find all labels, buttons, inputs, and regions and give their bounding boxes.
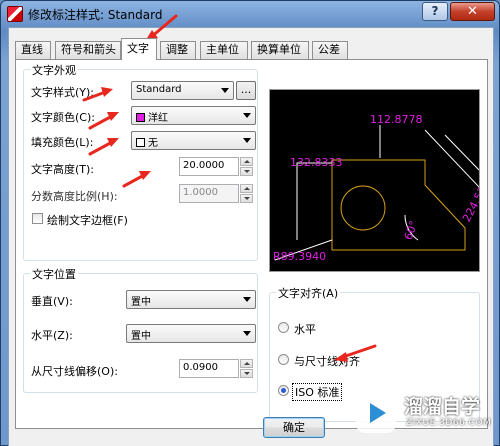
dim-text-radius: R89.3940 <box>273 250 326 263</box>
text-tab-panel: 文字外观 文字样式(Y): Standard ... 文字颜色(C): 洋红 填… <box>15 59 496 429</box>
spin-down-icon[interactable] <box>240 369 253 378</box>
chevron-down-icon <box>243 297 251 302</box>
align-horizontal-radio[interactable] <box>278 322 289 333</box>
fraction-scale-label: 分数高度比例(H): <box>31 190 118 203</box>
horizontal-select[interactable]: 置中 <box>126 324 256 343</box>
brand-logo-icon <box>356 393 396 433</box>
title-bar[interactable]: 修改标注样式: Standard ? ✕ <box>1 1 499 27</box>
tab-alternate-units[interactable]: 换算单位 <box>251 41 309 59</box>
fill-color-select[interactable]: 无 <box>131 131 256 150</box>
align-iso-label: ISO 标准 <box>292 383 343 401</box>
window-title: 修改标注样式: Standard <box>28 8 163 22</box>
chevron-down-icon <box>243 113 251 118</box>
horizontal-value: 置中 <box>131 331 151 342</box>
spin-up-icon[interactable] <box>240 157 253 166</box>
dim-text-left: 132.8333 <box>290 156 343 169</box>
dim-text-right: 224.5272 <box>460 172 479 224</box>
text-height-input[interactable]: 20.0000 <box>179 157 239 176</box>
text-appearance-title: 文字外观 <box>30 62 78 78</box>
offset-label: 从尺寸线偏移(O): <box>31 365 118 378</box>
align-horizontal-label: 水平 <box>294 323 316 336</box>
dim-text-angle: 60° <box>402 219 421 242</box>
offset-spinner[interactable]: 0.0900 <box>179 359 255 378</box>
text-style-value: Standard <box>136 84 182 95</box>
empty-swatch-icon <box>136 138 145 147</box>
align-dimline-radio[interactable] <box>278 354 289 365</box>
dim-line-right <box>424 129 481 189</box>
offset-input[interactable]: 0.0900 <box>179 359 239 378</box>
text-appearance-group: 文字外观 文字样式(Y): Standard ... 文字颜色(C): 洋红 填… <box>23 62 258 261</box>
spin-down-icon[interactable] <box>240 194 253 203</box>
chevron-down-icon <box>221 88 229 93</box>
tab-primary-units[interactable]: 主单位 <box>200 41 248 59</box>
dim-text-top: 112.8778 <box>370 113 423 126</box>
chevron-down-icon <box>243 138 251 143</box>
part-outline <box>331 159 466 251</box>
text-height-spinner[interactable]: 20.0000 <box>179 157 255 176</box>
align-iso-radio[interactable] <box>278 385 289 396</box>
align-dimline-label: 与尺寸线对齐 <box>294 355 360 368</box>
help-button[interactable]: ? <box>422 2 448 21</box>
dialog-window: 修改标注样式: Standard ? ✕ 直线 符号和箭头 文字 调整 主单位 … <box>0 0 500 446</box>
dim-ext-right <box>444 134 480 171</box>
horizontal-label: 水平(Z): <box>31 329 73 342</box>
fill-color-value: 无 <box>148 138 158 149</box>
tab-tolerances[interactable]: 公差 <box>312 41 348 59</box>
part-hole <box>340 185 386 231</box>
text-color-value: 洋红 <box>148 113 168 124</box>
vertical-value: 置中 <box>131 297 151 308</box>
text-style-label: 文字样式(Y): <box>31 86 95 99</box>
dim-line-left <box>296 162 332 240</box>
ok-button[interactable]: 确定 <box>263 417 325 438</box>
text-placement-group: 文字位置 垂直(V): 置中 水平(Z): 置中 从尺寸线偏移(O): 0.09… <box>23 266 258 393</box>
fraction-scale-spinner[interactable]: 1.0000 <box>179 184 255 203</box>
preview-drawing: 112.8778 132.8333 224.5272 60° R89.3940 <box>273 113 496 263</box>
text-color-label: 文字颜色(C): <box>31 111 95 124</box>
text-height-label: 文字高度(T): <box>31 163 95 176</box>
app-icon <box>7 6 23 22</box>
text-color-select[interactable]: 洋红 <box>131 106 256 125</box>
draw-frame-checkbox[interactable] <box>32 213 43 224</box>
tab-fit[interactable]: 调整 <box>160 41 196 59</box>
fill-color-label: 填充颜色(L): <box>31 136 94 149</box>
dimension-preview: 112.8778 132.8333 224.5272 60° R89.3940 <box>269 89 496 272</box>
fraction-scale-input[interactable]: 1.0000 <box>179 184 239 203</box>
text-style-select[interactable]: Standard <box>131 81 234 100</box>
brand-name: 溜溜自学 <box>404 396 481 418</box>
text-color-display: 洋红 <box>136 109 168 124</box>
vertical-label: 垂直(V): <box>31 295 73 308</box>
vertical-select[interactable]: 置中 <box>126 290 256 309</box>
tab-lines[interactable]: 直线 <box>15 41 51 59</box>
watermark: 溜溜自学 ZIXUE.3D66.COM <box>348 381 500 446</box>
spin-up-icon[interactable] <box>240 359 253 368</box>
close-button[interactable]: ✕ <box>450 2 495 21</box>
text-placement-title: 文字位置 <box>30 266 78 282</box>
brand-url: ZIXUE.3D66.COM <box>406 418 492 428</box>
tab-text[interactable]: 文字 <box>121 38 157 60</box>
tab-symbols-arrows[interactable]: 符号和箭头 <box>55 41 121 59</box>
chevron-down-icon <box>243 331 251 336</box>
text-style-browse-button[interactable]: ... <box>236 81 256 100</box>
spin-down-icon[interactable] <box>240 167 253 176</box>
text-alignment-title: 文字对齐(A) <box>276 285 341 301</box>
spin-up-icon[interactable] <box>240 184 253 193</box>
draw-frame-label: 绘制文字边框(F) <box>47 214 128 227</box>
fill-color-display: 无 <box>136 134 158 149</box>
color-swatch-icon <box>136 113 145 122</box>
